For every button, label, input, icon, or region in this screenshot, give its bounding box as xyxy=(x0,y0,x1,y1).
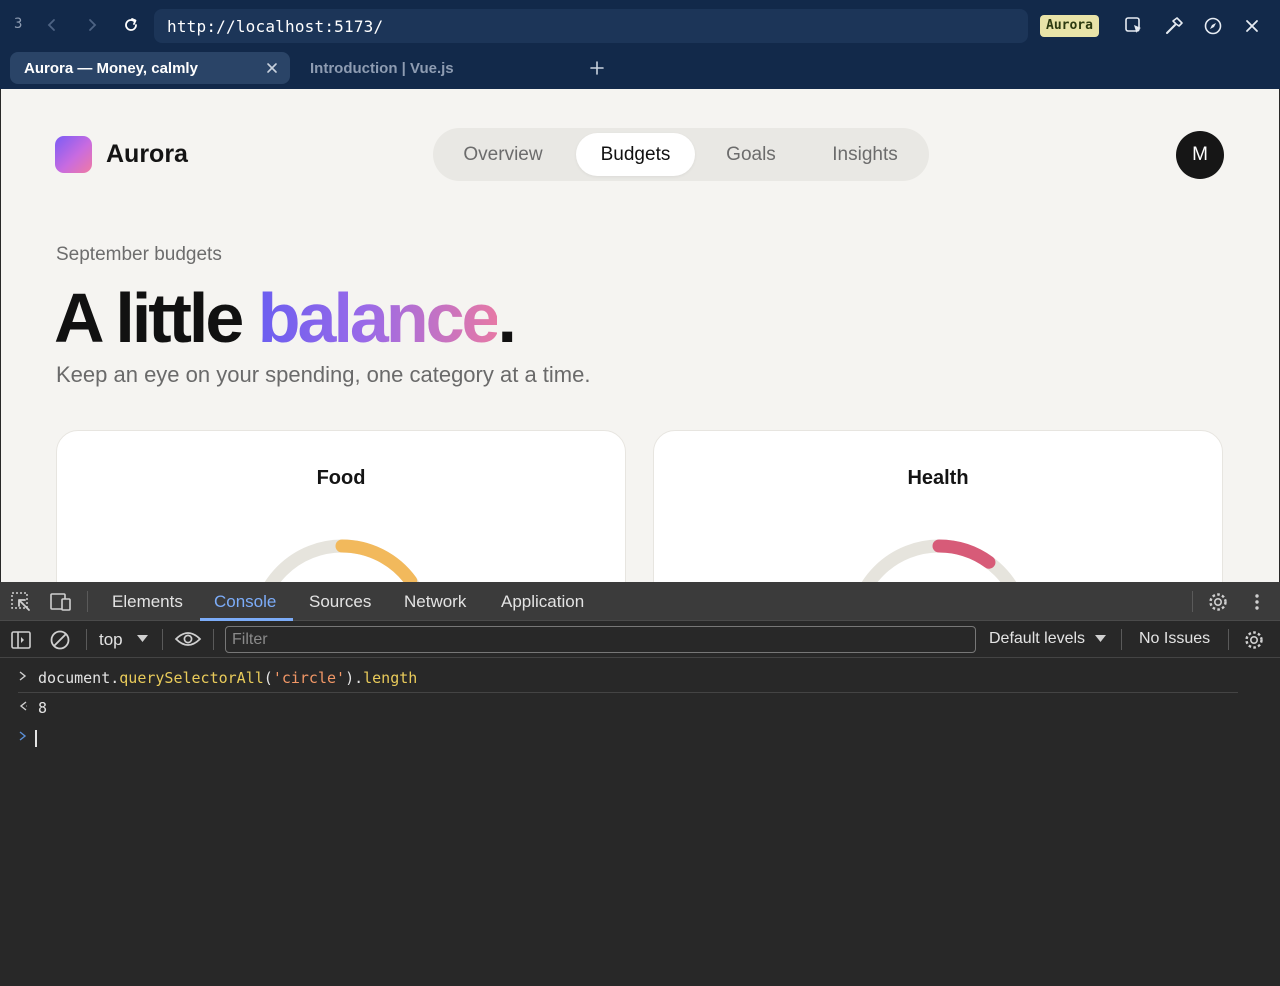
console-command: document.querySelectorAll('circle').leng… xyxy=(38,669,417,687)
budget-card-health[interactable]: Health xyxy=(653,430,1223,582)
divider xyxy=(18,692,1238,693)
sidebar-toggle-icon[interactable] xyxy=(10,629,32,651)
reload-icon[interactable] xyxy=(120,14,142,36)
tab-count[interactable]: 3 xyxy=(14,16,22,32)
console-toolbar: top Filter Default levels No Issues xyxy=(0,621,1280,658)
close-icon[interactable] xyxy=(1240,14,1264,38)
main-nav: Overview Budgets Goals Insights xyxy=(433,128,929,181)
code-property: length xyxy=(363,669,418,687)
title-text: A little xyxy=(54,279,258,357)
devtools-tabbar: Elements Console Sources Network Applica… xyxy=(0,582,1280,621)
separator xyxy=(1192,591,1193,612)
url-text[interactable]: http://localhost:5173/ xyxy=(167,17,383,36)
devtools-panel: Elements Console Sources Network Applica… xyxy=(0,582,1280,986)
page-title: A little balance. xyxy=(54,277,517,359)
tab-title: Introduction | Vue.js xyxy=(310,60,454,77)
browser-toolbar: 3 http://localhost:5173/ Aurora xyxy=(0,0,1280,50)
budget-gauge xyxy=(861,539,1017,582)
code-paren-open: ( xyxy=(263,669,273,687)
filter-placeholder: Filter xyxy=(232,631,268,648)
title-period: . xyxy=(497,279,517,357)
nav-overview[interactable]: Overview xyxy=(442,133,564,176)
address-bar[interactable]: http://localhost:5173/ xyxy=(154,9,1028,43)
console-output[interactable]: document.querySelectorAll('circle').leng… xyxy=(0,659,1280,986)
profile-badge[interactable]: Aurora xyxy=(1040,15,1099,37)
separator xyxy=(87,591,88,612)
console-prompt-line[interactable] xyxy=(0,729,1280,749)
hammer-icon[interactable] xyxy=(1162,14,1186,38)
separator xyxy=(1121,629,1122,650)
nav-budgets[interactable]: Budgets xyxy=(576,133,695,176)
back-icon[interactable] xyxy=(41,14,63,36)
more-options-icon[interactable] xyxy=(1249,590,1265,614)
input-chevron-icon xyxy=(18,669,28,687)
console-result: 8 xyxy=(38,699,48,717)
console-input-line[interactable]: document.querySelectorAll('circle').leng… xyxy=(0,669,1280,689)
inspect-element-icon[interactable] xyxy=(10,591,32,613)
context-selector[interactable]: top xyxy=(99,630,123,650)
text-caret xyxy=(35,730,37,747)
avatar[interactable]: M xyxy=(1176,131,1224,179)
code-paren-close: ). xyxy=(345,669,364,687)
select-element-icon[interactable] xyxy=(1122,14,1146,38)
tab-network[interactable]: Network xyxy=(404,592,466,612)
separator xyxy=(213,629,214,650)
brand-name[interactable]: Aurora xyxy=(106,140,188,169)
tab-console[interactable]: Console xyxy=(214,592,276,612)
clear-console-icon[interactable] xyxy=(49,629,71,651)
settings-gear-icon[interactable] xyxy=(1206,590,1230,614)
gauge-fill xyxy=(932,539,996,569)
chevron-down-icon[interactable] xyxy=(135,633,149,645)
tab-application[interactable]: Application xyxy=(501,592,584,612)
output-chevron-icon xyxy=(18,699,28,717)
aurora-logo[interactable] xyxy=(55,136,92,173)
tab-strip: Aurora — Money, calmly Introduction | Vu… xyxy=(0,50,1280,89)
new-tab-icon[interactable] xyxy=(588,59,606,77)
gauge-fill xyxy=(335,539,418,582)
forward-icon[interactable] xyxy=(81,14,103,36)
web-page: Aurora Overview Budgets Goals Insights M… xyxy=(1,89,1279,582)
log-levels-dropdown[interactable]: Default levels xyxy=(989,630,1085,648)
live-expression-eye-icon[interactable] xyxy=(174,628,202,650)
nav-goals[interactable]: Goals xyxy=(705,133,797,176)
tab-aurora[interactable]: Aurora — Money, calmly xyxy=(10,52,290,84)
issues-counter[interactable]: No Issues xyxy=(1139,630,1210,648)
separator xyxy=(1228,629,1229,650)
tab-close-icon[interactable] xyxy=(264,60,280,76)
prompt-chevron-icon xyxy=(18,729,28,747)
budget-card-food[interactable]: Food xyxy=(56,430,626,582)
title-highlight: balance xyxy=(257,279,501,357)
code-object: document. xyxy=(38,669,120,687)
nav-insights[interactable]: Insights xyxy=(807,133,923,176)
code-method: querySelectorAll xyxy=(119,669,264,687)
tab-vue[interactable]: Introduction | Vue.js xyxy=(296,52,576,84)
card-title: Food xyxy=(316,467,366,489)
separator xyxy=(162,629,163,650)
tab-title: Aurora — Money, calmly xyxy=(24,60,198,77)
compass-icon[interactable] xyxy=(1201,14,1225,38)
console-settings-gear-icon[interactable] xyxy=(1242,628,1266,652)
chevron-down-icon[interactable] xyxy=(1094,634,1106,644)
tab-elements[interactable]: Elements xyxy=(112,592,183,612)
budget-gauge xyxy=(264,539,420,582)
tab-sources[interactable]: Sources xyxy=(309,592,371,612)
code-string-arg: 'circle' xyxy=(272,669,346,687)
browser-chrome: 3 http://localhost:5173/ Aurora Aurora —… xyxy=(0,0,1280,89)
separator xyxy=(86,629,87,650)
console-result-line[interactable]: 8 xyxy=(0,699,1280,719)
page-eyebrow: September budgets xyxy=(56,244,222,265)
card-title: Health xyxy=(907,467,969,489)
device-toolbar-icon[interactable] xyxy=(49,591,73,613)
page-subtitle: Keep an eye on your spending, one catego… xyxy=(56,362,591,387)
filter-input[interactable]: Filter xyxy=(225,626,976,653)
